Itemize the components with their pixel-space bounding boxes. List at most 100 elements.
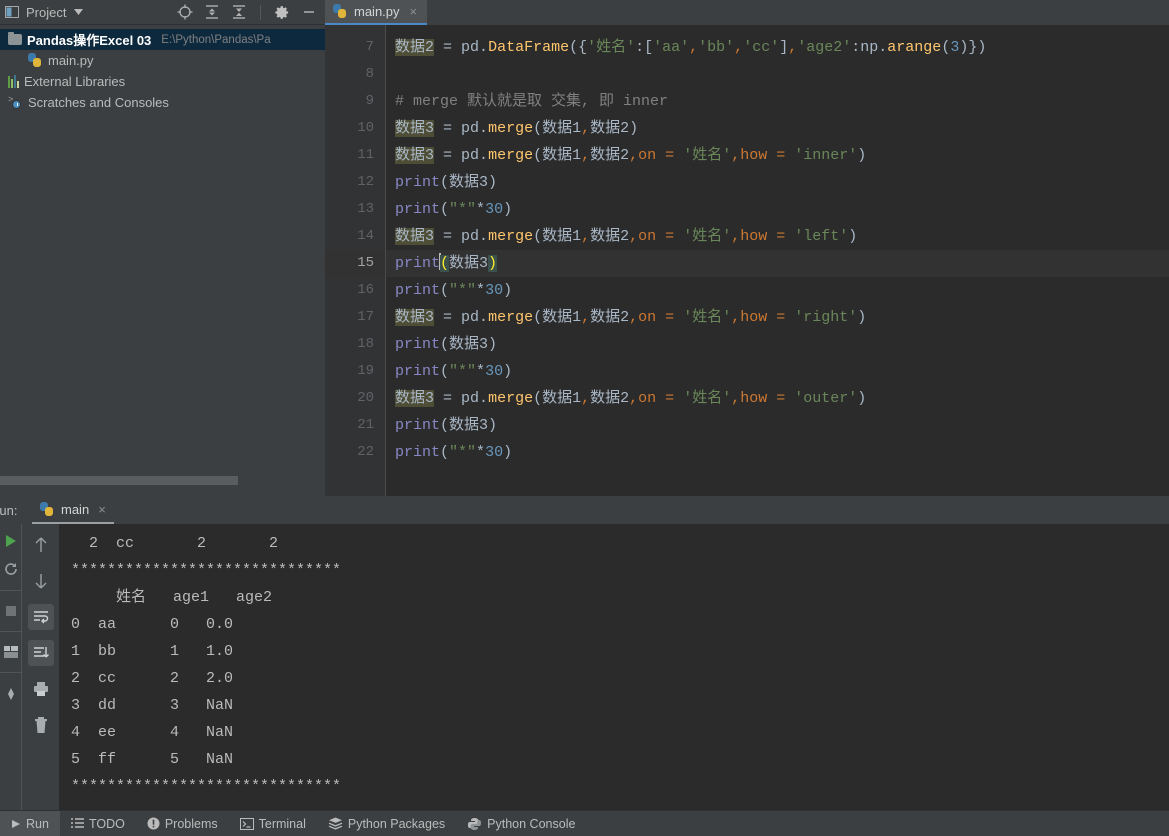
status-bar: Run TODO Problems Terminal Python Packag… <box>0 810 1169 836</box>
tree-item-label: main.py <box>48 53 94 68</box>
python-file-icon <box>28 53 43 68</box>
close-icon[interactable]: × <box>98 502 106 517</box>
python-file-icon <box>40 501 55 517</box>
stop-icon[interactable] <box>5 605 17 617</box>
close-icon[interactable]: × <box>410 4 418 19</box>
status-item-run[interactable]: Run <box>0 810 60 836</box>
status-item-python-console[interactable]: Python Console <box>456 811 586 836</box>
code-line[interactable]: 数据3 = pd.merge(数据1,数据2,on = '姓名',how = '… <box>386 223 1169 250</box>
code-line[interactable]: print(数据3) <box>386 412 1169 439</box>
console-line: 5 ff 5 NaN <box>71 751 234 768</box>
external-libraries-icon <box>8 75 19 88</box>
scrollbar-thumb[interactable] <box>0 476 238 485</box>
code-line[interactable]: print("*"*30) <box>386 277 1169 304</box>
print-icon[interactable] <box>28 676 54 702</box>
minimize-icon[interactable] <box>301 4 317 20</box>
console-line: ****************************** <box>71 562 342 579</box>
console-line: 4 ee 4 NaN <box>71 724 234 741</box>
editor-tab-main-py[interactable]: main.py × <box>325 0 428 25</box>
code-text[interactable]: 数据2 = pd.DataFrame({'姓名':['aa','bb','cc'… <box>386 25 1169 496</box>
line-number: 7 <box>365 39 374 55</box>
run-body: 2 cc 2 2 ****************************** … <box>0 524 1169 810</box>
run-side-toolbar <box>0 524 21 810</box>
editor-gutter[interactable]: 7 8 9 10 11 12 13 14 15 16 17 18 19 20 2… <box>325 25 386 496</box>
code-line[interactable] <box>386 61 1169 88</box>
status-item-python-packages[interactable]: Python Packages <box>317 811 456 836</box>
code-line[interactable]: print("*"*30) <box>386 358 1169 385</box>
editor-tab-label: main.py <box>354 4 400 19</box>
trash-icon[interactable] <box>28 712 54 738</box>
expand-all-icon[interactable] <box>204 4 220 20</box>
arrow-down-icon[interactable] <box>28 568 54 594</box>
tree-item-label: External Libraries <box>24 74 126 89</box>
status-item-label: Problems <box>164 816 218 831</box>
status-item-label: Run <box>26 816 49 831</box>
python-packages-icon <box>328 817 343 830</box>
tree-item-main-py[interactable]: main.py <box>0 50 325 71</box>
run-tabbar: Run: main × <box>0 496 1169 524</box>
status-item-problems[interactable]: Problems <box>136 811 229 836</box>
arrow-up-icon[interactable] <box>28 532 54 558</box>
project-panel-header: Project <box>0 0 325 25</box>
todo-icon <box>70 817 84 830</box>
console-output[interactable]: 2 cc 2 2 ****************************** … <box>59 524 1169 810</box>
rerun-icon[interactable] <box>4 562 18 576</box>
status-item-label: TODO <box>88 816 125 831</box>
code-line[interactable]: 数据3 = pd.merge(数据1,数据2,on = '姓名',how = '… <box>386 142 1169 169</box>
terminal-icon <box>239 817 254 830</box>
pin-icon[interactable] <box>4 687 18 701</box>
tree-item-external-libraries[interactable]: External Libraries <box>0 71 325 92</box>
code-line[interactable]: 数据3 = pd.merge(数据1,数据2,on = '姓名',how = '… <box>386 385 1169 412</box>
problems-icon <box>147 817 160 830</box>
tree-item-scratches[interactable]: >_ Scratches and Consoles <box>0 92 325 113</box>
tree-item-label: Pandas操作Excel 03 <box>27 33 152 48</box>
toolbar-divider <box>0 672 21 673</box>
run-arrow-icon <box>11 819 21 829</box>
run-tab-main[interactable]: main × <box>32 496 114 524</box>
console-line: 姓名 age1 age2 <box>71 589 273 606</box>
console-toolbar <box>21 524 59 810</box>
line-number: 22 <box>357 444 374 460</box>
toolbar-divider <box>260 4 261 20</box>
collapse-all-icon[interactable] <box>231 4 247 20</box>
locate-icon[interactable] <box>177 4 193 20</box>
line-number-current: 15 <box>325 250 385 277</box>
run-icon[interactable] <box>4 534 18 548</box>
scroll-to-end-icon[interactable] <box>27 640 54 666</box>
console-line: ****************************** <box>71 778 342 795</box>
code-line[interactable]: print(数据3) <box>386 169 1169 196</box>
project-horizontal-scrollbar[interactable] <box>0 475 325 486</box>
status-item-terminal[interactable]: Terminal <box>229 811 317 836</box>
soft-wrap-icon[interactable] <box>27 604 54 630</box>
status-item-label: Python Console <box>487 816 576 831</box>
console-line: 0 aa 0 0.0 <box>71 616 234 633</box>
code-line[interactable]: print("*"*30) <box>386 439 1169 466</box>
code-line[interactable]: print(数据3) <box>386 331 1169 358</box>
line-number: 11 <box>357 147 374 163</box>
code-line[interactable]: 数据3 = pd.merge(数据1,数据2,on = '姓名',how = '… <box>386 304 1169 331</box>
gear-icon[interactable] <box>274 4 290 20</box>
line-number: 12 <box>357 174 374 190</box>
code-line[interactable]: 数据2 = pd.DataFrame({'姓名':['aa','bb','cc'… <box>386 34 1169 61</box>
run-panel: Run: main × <box>0 496 1169 810</box>
code-line[interactable]: 数据3 = pd.merge(数据1,数据2) <box>386 115 1169 142</box>
chevron-down-icon[interactable] <box>72 4 84 20</box>
layout-icon[interactable] <box>3 646 18 658</box>
run-tab-label: main <box>61 501 90 517</box>
project-title-button[interactable]: Project <box>4 4 84 20</box>
editor-tabbar: main.py × <box>325 0 1169 25</box>
tree-item-label: Scratches and Consoles <box>28 95 169 110</box>
code-line[interactable]: # merge 默认就是取 交集, 即 inner <box>386 88 1169 115</box>
project-header-tools <box>177 4 325 20</box>
line-number: 19 <box>357 363 374 379</box>
line-number: 8 <box>365 66 374 82</box>
tree-item-project-root[interactable]: Pandas操作Excel 03 E:\Python\Pandas\Pa <box>0 29 325 50</box>
status-item-label: Terminal <box>258 816 306 831</box>
status-item-todo[interactable]: TODO <box>60 811 136 836</box>
project-tree[interactable]: Pandas操作Excel 03 E:\Python\Pandas\Pa mai… <box>0 25 325 496</box>
code-line-current[interactable]: print(数据3) <box>386 250 1169 277</box>
python-console-icon <box>467 817 482 831</box>
code-area: 7 8 9 10 11 12 13 14 15 16 17 18 19 20 2… <box>325 25 1169 496</box>
console-line: 2 cc 2 2 <box>71 535 279 552</box>
code-line[interactable]: print("*"*30) <box>386 196 1169 223</box>
